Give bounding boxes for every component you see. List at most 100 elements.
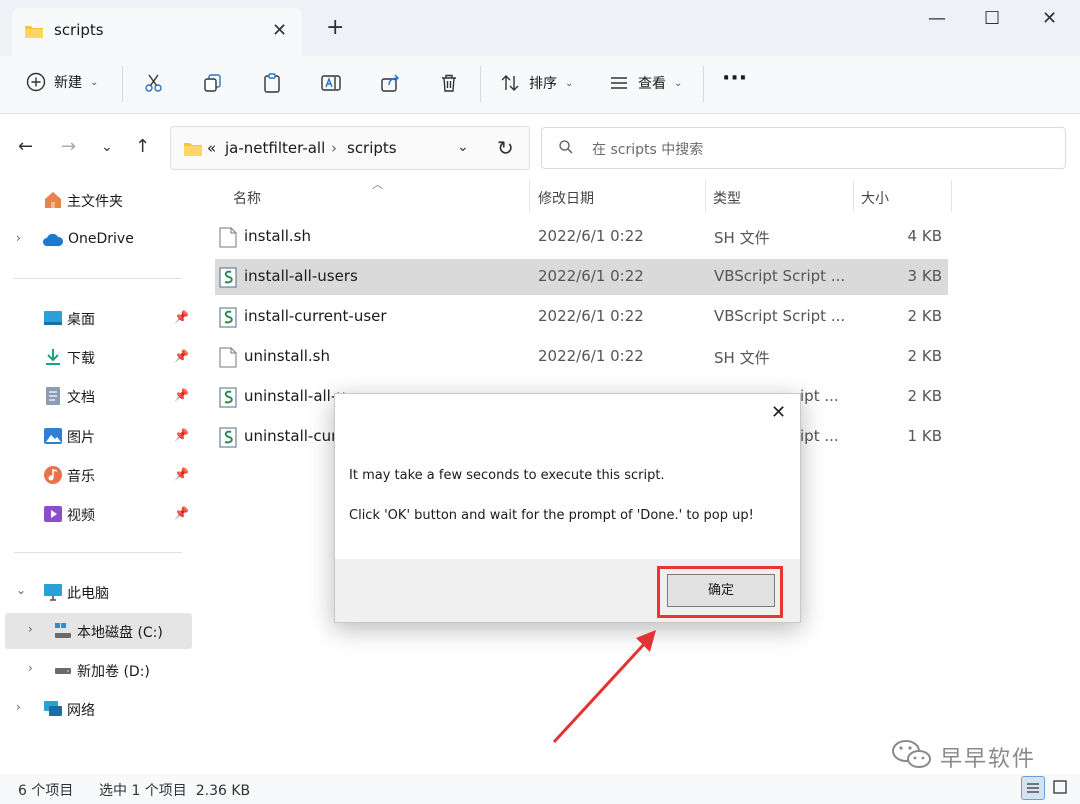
sort-icon (501, 75, 519, 91)
recent-locations-chevron-icon[interactable]: ⌄ (101, 139, 113, 155)
column-divider[interactable] (853, 180, 854, 212)
close-window-button[interactable]: ✕ (1042, 8, 1057, 29)
file-type: ipt ... (800, 427, 839, 445)
sidebar-item-this-pc[interactable]: ⌄ 此电脑 (0, 574, 195, 610)
sidebar-item-pictures[interactable]: 图片 📌 (0, 418, 195, 454)
tab-scripts[interactable]: scripts ✕ (12, 8, 302, 56)
up-arrow-icon[interactable]: ↑ (135, 136, 150, 157)
sidebar-item-onedrive[interactable]: › OneDrive (0, 222, 195, 258)
file-size: 3 KB (907, 267, 942, 285)
dialog-close-button[interactable]: ✕ (771, 402, 786, 423)
sort-button[interactable]: 排序 ⌄ (499, 72, 573, 94)
tiles-view-icon (1053, 780, 1067, 794)
new-label: 新建 (54, 75, 82, 91)
sort-ascending-icon: ︿ (372, 178, 383, 191)
sidebar-item-desktop[interactable]: 桌面 📌 (0, 300, 195, 336)
pin-icon[interactable]: 📌 (174, 428, 189, 442)
file-name: install-all-users (244, 267, 358, 285)
chevron-down-icon: ⌄ (565, 77, 574, 89)
pin-icon[interactable]: 📌 (174, 467, 189, 481)
pin-icon[interactable]: 📌 (174, 310, 189, 324)
overflow-chevron-icon[interactable]: « (207, 139, 216, 157)
refresh-icon[interactable]: ↻ (497, 136, 514, 160)
column-divider[interactable] (951, 180, 952, 212)
home-icon (45, 192, 61, 208)
pin-icon[interactable]: 📌 (174, 506, 189, 520)
table-row[interactable]: install.sh 2022/6/1 0:22 SH 文件 4 KB (215, 219, 948, 255)
drive-icon (55, 668, 71, 674)
breadcrumb-scripts[interactable]: scripts (347, 139, 397, 157)
expand-chevron-icon[interactable]: ⌄ (16, 583, 26, 597)
new-tab-button[interactable]: + (326, 17, 344, 39)
sidebar-item-videos[interactable]: 视频 📌 (0, 496, 195, 532)
sidebar-item-music[interactable]: 音乐 📌 (0, 457, 195, 493)
title-bar: scripts ✕ + — ☐ ✕ (0, 0, 1080, 56)
file-size: 2 KB (907, 347, 942, 365)
tiles-view-button[interactable] (1049, 776, 1073, 800)
share-button[interactable] (379, 72, 401, 94)
minimize-button[interactable]: — (928, 8, 946, 29)
expand-chevron-icon[interactable]: › (16, 700, 21, 714)
sidebar-item-volume-d[interactable]: › 新加卷 (D:) (0, 652, 195, 688)
sidebar-item-label: 音乐 (67, 469, 95, 485)
delete-button[interactable] (438, 72, 460, 94)
pin-icon[interactable]: 📌 (174, 388, 189, 402)
divider (14, 278, 182, 279)
download-icon (46, 349, 60, 365)
cloud-icon (43, 233, 64, 246)
sidebar-item-label: OneDrive (68, 231, 134, 247)
table-row[interactable]: install-current-user 2022/6/1 0:22 VBScr… (215, 299, 948, 335)
file-size: 4 KB (907, 227, 942, 245)
sidebar-item-downloads[interactable]: 下载 📌 (0, 339, 195, 375)
desktop-icon (44, 311, 62, 325)
table-row[interactable]: uninstall.sh 2022/6/1 0:22 SH 文件 2 KB (215, 339, 948, 375)
column-divider[interactable] (705, 180, 706, 212)
more-options-button[interactable]: ··· (722, 66, 747, 91)
documents-icon (46, 387, 60, 405)
script-file-icon (219, 307, 237, 328)
sidebar-item-label: 图片 (67, 430, 95, 446)
file-name: uninstall.sh (244, 347, 331, 365)
breadcrumb-ja-netfilter-all[interactable]: ja-netfilter-all (225, 139, 325, 157)
view-button[interactable]: 查看 ⌄ (608, 72, 682, 94)
search-icon (559, 140, 573, 154)
expand-chevron-icon[interactable]: › (16, 231, 21, 245)
expand-chevron-icon[interactable]: › (28, 661, 33, 675)
column-header-size[interactable]: 大小 (861, 188, 889, 208)
sidebar-item-label: 网络 (67, 703, 95, 719)
computer-icon (44, 584, 62, 601)
sidebar-item-label: 文档 (67, 390, 95, 406)
address-bar[interactable]: « ja-netfilter-all › scripts ⌄ ↻ (170, 126, 530, 170)
search-box[interactable]: 在 scripts 中搜索 (541, 127, 1066, 169)
sidebar-item-network[interactable]: › 网络 (0, 691, 195, 727)
column-header-modified[interactable]: 修改日期 (538, 188, 594, 208)
forward-arrow-icon[interactable]: → (61, 136, 76, 157)
trash-icon (442, 74, 456, 92)
expand-chevron-icon[interactable]: › (28, 622, 33, 636)
copy-icon (204, 74, 221, 92)
sidebar-item-home[interactable]: 主文件夹 (0, 182, 195, 218)
copy-button[interactable] (202, 72, 224, 94)
column-divider[interactable] (529, 180, 530, 212)
clipboard-icon (264, 73, 280, 93)
table-row-selected[interactable]: install-all-users 2022/6/1 0:22 VBScript… (215, 259, 948, 295)
view-label: 查看 (638, 76, 666, 92)
sidebar-item-documents[interactable]: 文档 📌 (0, 378, 195, 414)
back-arrow-icon[interactable]: ← (18, 136, 33, 157)
column-header-type[interactable]: 类型 (713, 188, 741, 208)
cut-button[interactable] (143, 72, 165, 94)
navigation-bar: ← → ⌄ ↑ « ja-netfilter-all › scripts ⌄ ↻… (0, 114, 1080, 180)
tab-close-icon[interactable]: ✕ (272, 20, 287, 41)
sidebar-item-label: 此电脑 (67, 586, 109, 602)
column-header-name[interactable]: 名称 (233, 188, 261, 208)
address-dropdown-icon[interactable]: ⌄ (457, 139, 469, 155)
pin-icon[interactable]: 📌 (174, 349, 189, 363)
paste-button[interactable] (261, 72, 283, 94)
file-date: 2022/6/1 0:22 (538, 347, 644, 365)
sidebar-item-local-disk-c[interactable]: › 本地磁盘 (C:) (5, 613, 192, 649)
new-button[interactable]: 新建 ⌄ (26, 72, 98, 92)
text-file-icon (219, 347, 237, 368)
rename-button[interactable] (320, 72, 342, 94)
details-view-button[interactable] (1021, 776, 1045, 800)
maximize-button[interactable]: ☐ (984, 8, 1000, 29)
